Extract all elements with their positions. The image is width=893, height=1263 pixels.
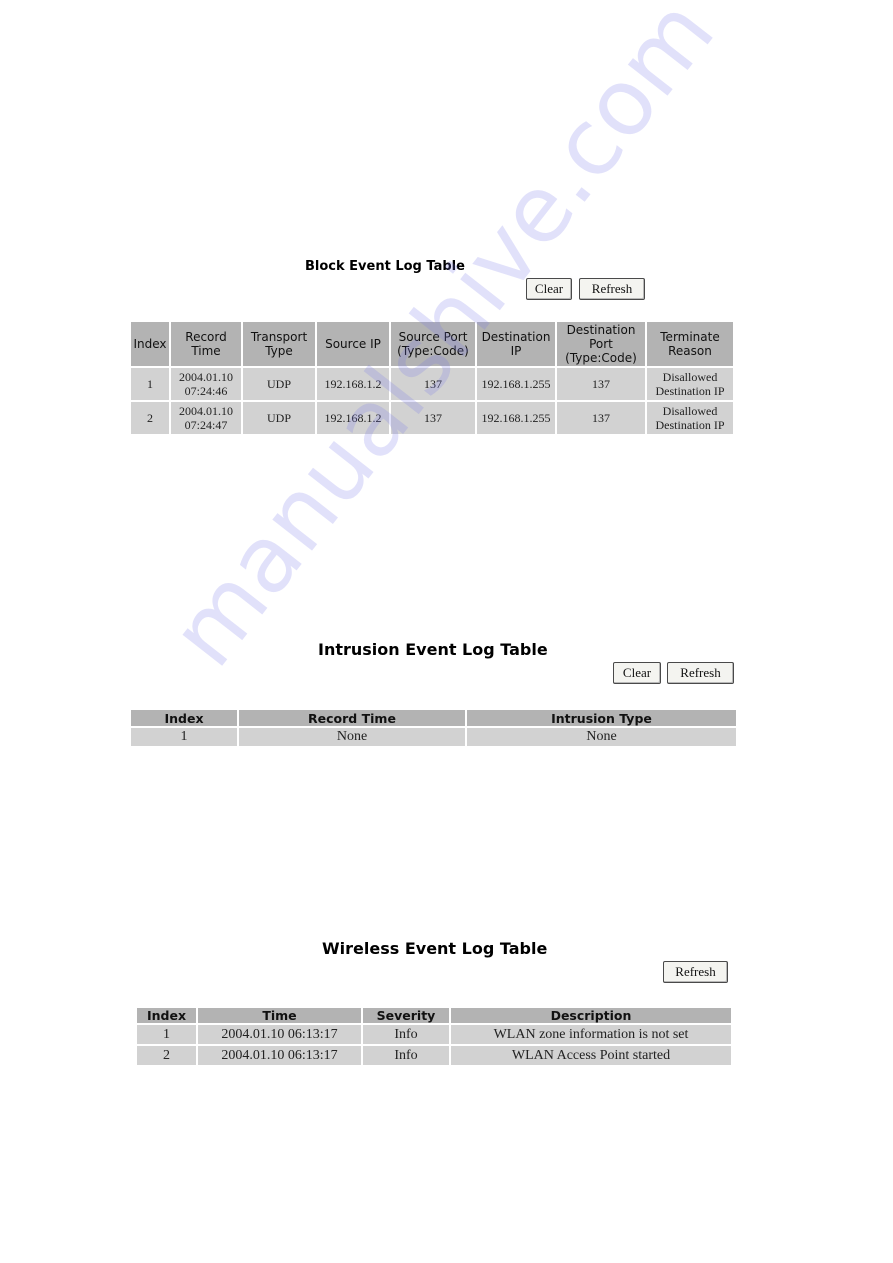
table-header-row: Index Time Severity Description xyxy=(135,1006,733,1025)
intrusion-log-refresh-button[interactable]: Refresh xyxy=(667,662,734,684)
table-header-row: Index Record Time Transport Type Source … xyxy=(129,320,735,368)
column-header: Source IP xyxy=(315,320,391,368)
destination-ip-cell: 192.168.1.255 xyxy=(475,366,557,402)
table-row: 2 2004.01.10 06:13:17 Info WLAN Access P… xyxy=(135,1044,733,1067)
index-cell: 1 xyxy=(129,366,171,402)
column-header: Record Time xyxy=(237,708,467,728)
column-header: Intrusion Type xyxy=(465,708,738,728)
severity-cell: Info xyxy=(361,1023,451,1046)
column-header: Time xyxy=(196,1006,363,1025)
column-header: Source Port (Type:Code) xyxy=(389,320,477,368)
transport-type-cell: UDP xyxy=(241,366,317,402)
source-ip-cell: 192.168.1.2 xyxy=(315,366,391,402)
wireless-log-title: Wireless Event Log Table xyxy=(322,939,548,958)
column-header: Severity xyxy=(361,1006,451,1025)
index-cell: 1 xyxy=(129,726,239,748)
description-cell: WLAN Access Point started xyxy=(449,1044,733,1067)
intrusion-log-title: Intrusion Event Log Table xyxy=(318,640,548,659)
column-header: Destination IP xyxy=(475,320,557,368)
column-header: Index xyxy=(135,1006,198,1025)
index-cell: 2 xyxy=(135,1044,198,1067)
table-row: 2 2004.01.10 07:24:47 UDP 192.168.1.2 13… xyxy=(129,400,735,436)
destination-port-cell: 137 xyxy=(555,400,647,436)
destination-ip-cell: 192.168.1.255 xyxy=(475,400,557,436)
column-header: Description xyxy=(449,1006,733,1025)
wireless-log-table: Index Time Severity Description 1 2004.0… xyxy=(135,1006,733,1067)
terminate-reason-cell: Disallowed Destination IP xyxy=(645,400,735,436)
severity-cell: Info xyxy=(361,1044,451,1067)
terminate-reason-cell: Disallowed Destination IP xyxy=(645,366,735,402)
column-header: Record Time xyxy=(169,320,243,368)
source-port-cell: 137 xyxy=(389,400,477,436)
block-log-title: Block Event Log Table xyxy=(305,259,465,274)
table-row: 1 2004.01.10 07:24:46 UDP 192.168.1.2 13… xyxy=(129,366,735,402)
record-time-cell: 2004.01.10 07:24:46 xyxy=(169,366,243,402)
block-log-clear-button[interactable]: Clear xyxy=(526,278,572,300)
record-time-cell: 2004.01.10 07:24:47 xyxy=(169,400,243,436)
destination-port-cell: 137 xyxy=(555,366,647,402)
description-cell: WLAN zone information is not set xyxy=(449,1023,733,1046)
source-port-cell: 137 xyxy=(389,366,477,402)
table-row: 1 2004.01.10 06:13:17 Info WLAN zone inf… xyxy=(135,1023,733,1046)
intrusion-log-table: Index Record Time Intrusion Type 1 None … xyxy=(129,708,738,748)
intrusion-log-clear-button[interactable]: Clear xyxy=(613,662,661,684)
source-ip-cell: 192.168.1.2 xyxy=(315,400,391,436)
table-row: 1 None None xyxy=(129,726,738,748)
index-cell: 2 xyxy=(129,400,171,436)
time-cell: 2004.01.10 06:13:17 xyxy=(196,1044,363,1067)
wireless-log-refresh-button[interactable]: Refresh xyxy=(663,961,728,983)
transport-type-cell: UDP xyxy=(241,400,317,436)
record-time-cell: None xyxy=(237,726,467,748)
block-log-table: Index Record Time Transport Type Source … xyxy=(129,320,735,436)
column-header: Terminate Reason xyxy=(645,320,735,368)
column-header: Destination Port (Type:Code) xyxy=(555,320,647,368)
time-cell: 2004.01.10 06:13:17 xyxy=(196,1023,363,1046)
column-header: Index xyxy=(129,320,171,368)
column-header: Transport Type xyxy=(241,320,317,368)
intrusion-type-cell: None xyxy=(465,726,738,748)
table-header-row: Index Record Time Intrusion Type xyxy=(129,708,738,728)
index-cell: 1 xyxy=(135,1023,198,1046)
block-log-refresh-button[interactable]: Refresh xyxy=(579,278,645,300)
column-header: Index xyxy=(129,708,239,728)
